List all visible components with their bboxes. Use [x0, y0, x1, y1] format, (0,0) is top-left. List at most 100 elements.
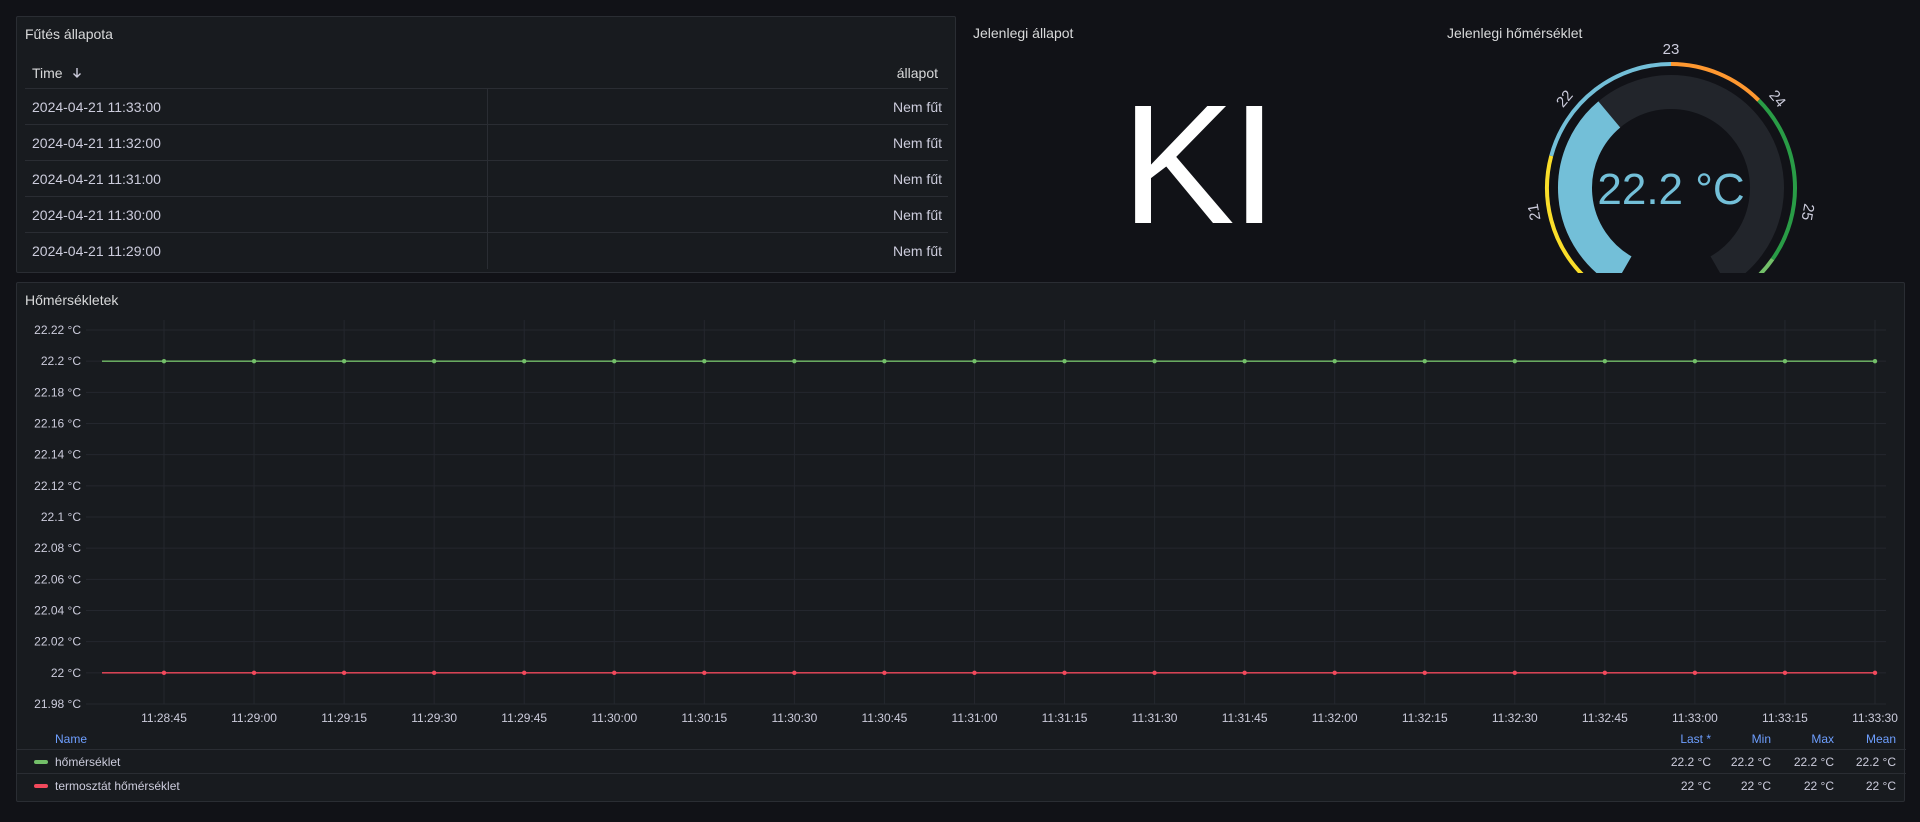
gauge-tick-label: 23 [1663, 41, 1680, 58]
legend-col-max[interactable]: Max [1774, 732, 1834, 746]
x-tick-label: 11:28:45 [141, 711, 187, 725]
series-point [1152, 670, 1157, 676]
temperatures-panel: Hőmérsékletek 22.22 °C 22.2 °C 22.18 °C 22.… [16, 282, 1906, 802]
legend-max-value: 22 °C [1803, 779, 1834, 793]
y-tick-label: 22.14 °C [34, 448, 81, 462]
cell-state: Nem fűt [892, 170, 942, 187]
cell-time: 2024-04-21 11:29:00 [25, 233, 488, 269]
y-tick-label: 22.12 °C [34, 479, 81, 493]
table-row[interactable]: 2024-04-21 11:31:00 Nem fűt [25, 161, 948, 197]
column-header-time-label: Time [32, 64, 63, 81]
x-tick-label: 11:31:45 [1222, 711, 1268, 725]
series-point [1872, 358, 1878, 364]
series-point [1422, 358, 1427, 364]
x-tick-label: 11:33:00 [1672, 711, 1718, 725]
table-row[interactable]: 2024-04-21 11:32:00 Nem fűt [25, 125, 948, 161]
gauge-tick-label: 22 [1553, 87, 1577, 111]
gauge-tick-label: 21 [1525, 202, 1545, 221]
legend-col-min[interactable]: Min [1711, 732, 1771, 746]
series-point [1242, 670, 1247, 676]
series-point [972, 358, 977, 364]
series-point [882, 358, 887, 364]
legend-swatch [34, 760, 48, 764]
x-tick-label: 11:30:00 [591, 711, 637, 725]
legend-col-last[interactable]: Last * [1651, 732, 1711, 746]
panel-title[interactable]: Fűtés állapota [25, 26, 113, 42]
current-state-panel: Jelenlegi állapot KI [965, 16, 1430, 273]
series-point [1692, 670, 1698, 676]
legend-item[interactable]: hőmérséklet 22.2 °C 22.2 °C 22.2 °C 22.2 °C [17, 749, 1906, 773]
series-point [1242, 358, 1247, 364]
gauge-value-text: 22.2 °C [1597, 165, 1744, 214]
x-tick-label: 11:31:00 [952, 711, 998, 725]
series-point [972, 670, 977, 676]
table-row[interactable]: 2024-04-21 11:33:00 Nem fűt [25, 89, 948, 125]
series-point [1782, 358, 1788, 364]
cell-state: Nem fűt [892, 243, 942, 259]
temperature-chart[interactable]: 22.22 °C 22.2 °C 22.18 °C 22.16 °C 22.14 °C 2… [17, 283, 1906, 727]
legend-mean-value: 22.2 °C [1855, 755, 1896, 769]
x-tick-label: 11:30:15 [681, 711, 727, 725]
cell-time: 2024-04-21 11:32:00 [25, 125, 488, 160]
legend-min-value: 22 °C [1740, 779, 1771, 793]
series-point [612, 358, 617, 364]
panel-title[interactable]: Jelenlegi állapot [973, 25, 1073, 41]
series-point [702, 358, 707, 364]
x-tick-label: 11:32:15 [1402, 711, 1448, 725]
series-point [792, 670, 797, 676]
y-tick-label: 22.08 °C [34, 541, 81, 555]
legend-mean-value: 22 °C [1865, 779, 1896, 793]
y-tick-label: 22 °C [51, 666, 81, 680]
legend-last-value: 22.2 °C [1670, 755, 1711, 769]
y-tick-label: 22.22 °C [34, 323, 81, 337]
series-point [1602, 670, 1608, 676]
y-tick-label: 21.98 °C [34, 697, 81, 711]
legend-col-mean[interactable]: Mean [1836, 732, 1896, 746]
x-tick-label: 11:32:00 [1312, 711, 1358, 725]
series-point [251, 358, 257, 364]
y-tick-label: 22.02 °C [34, 635, 81, 649]
table-row[interactable]: 2024-04-21 11:30:00 Nem fűt [25, 197, 948, 233]
series-point [1152, 358, 1157, 364]
x-tick-label: 11:33:30 [1852, 711, 1898, 725]
y-tick-label: 22.1 °C [41, 510, 81, 524]
series-point [1332, 670, 1337, 676]
x-tick-label: 11:33:15 [1762, 711, 1808, 725]
series-point [1692, 358, 1698, 364]
series-point [341, 670, 347, 676]
legend-max-value: 22.2 °C [1793, 755, 1834, 769]
series-point [1512, 358, 1517, 364]
table-row[interactable]: 2024-04-21 11:29:00 Nem fűt [25, 233, 948, 269]
x-tick-label: 11:32:30 [1492, 711, 1538, 725]
cell-time: 2024-04-21 11:33:00 [25, 89, 488, 124]
cell-state: Nem fűt [892, 206, 942, 223]
x-tick-label: 11:29:00 [231, 711, 277, 725]
cell-state: Nem fűt [892, 134, 942, 151]
series-point [251, 670, 257, 676]
series-point [522, 670, 527, 676]
series-point [341, 358, 347, 364]
series-point [1062, 358, 1067, 364]
panel-title[interactable]: Jelenlegi hőmérséklet [1447, 25, 1582, 41]
series-point [522, 358, 527, 364]
series-point [1062, 670, 1067, 676]
y-tick-label: 22.16 °C [34, 417, 81, 431]
legend-swatch [34, 784, 48, 788]
column-header-time[interactable]: Time [25, 65, 488, 81]
gauge-tick-label: 25 [1798, 202, 1818, 221]
series-point [431, 670, 437, 676]
y-tick-label: 22.2 °C [41, 354, 81, 368]
y-tick-label: 22.18 °C [34, 385, 81, 399]
heating-status-panel: Fűtés állapota Time állapot 2024-04-21 1… [16, 16, 956, 273]
status-table: Time állapot 2024-04-21 11:33:00 Nem fűt 2… [25, 57, 948, 269]
legend-min-value: 22.2 °C [1730, 755, 1771, 769]
x-tick-label: 11:31:15 [1042, 711, 1088, 725]
x-tick-label: 11:30:45 [862, 711, 908, 725]
column-header-state[interactable]: állapot [488, 65, 948, 81]
legend-series-name: termosztát hőmérséklet [55, 779, 180, 793]
legend-header: Name Last * Min Max Mean [17, 727, 1906, 749]
legend-col-name[interactable]: Name [55, 732, 87, 746]
series-point [1602, 358, 1608, 364]
series-point [1332, 358, 1337, 364]
legend-item[interactable]: termosztát hőmérséklet 22 °C 22 °C 22 °C 22 … [17, 773, 1906, 797]
